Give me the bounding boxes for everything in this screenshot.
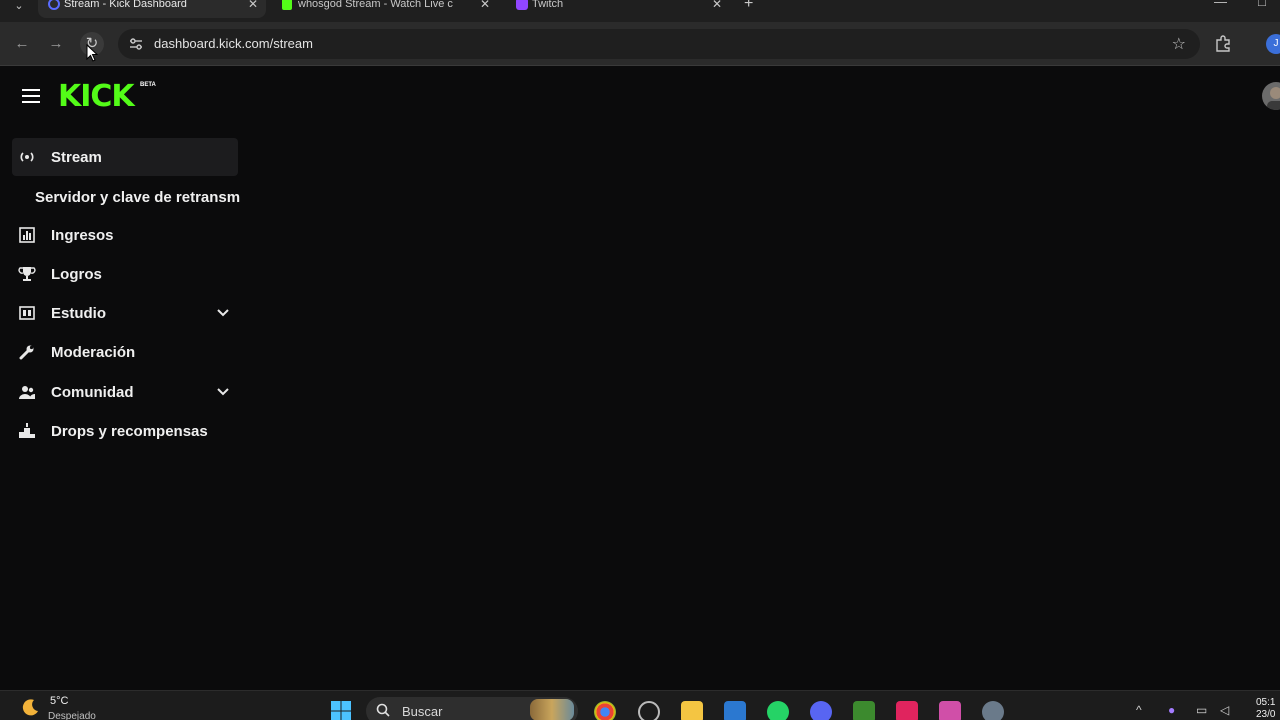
windows-start-icon[interactable]	[330, 700, 352, 720]
search-icon	[376, 703, 390, 717]
sidebar-item-moderacion[interactable]: Moderación	[12, 333, 238, 371]
discord-app-icon[interactable]	[810, 701, 832, 720]
network-icon[interactable]: ▭	[1196, 703, 1207, 717]
twitch-favicon-icon	[516, 0, 528, 10]
sidebar-item-label: Moderación	[51, 344, 136, 361]
moon-weather-icon[interactable]	[20, 697, 40, 717]
taskbar-search-input[interactable]: Buscar	[366, 697, 578, 720]
chart-icon	[18, 227, 36, 243]
people-icon	[18, 384, 36, 400]
obs-app-icon[interactable]	[638, 701, 660, 720]
close-icon[interactable]: ✕	[712, 0, 722, 14]
tab-title: whosgod Stream - Watch Live c	[298, 0, 453, 10]
system-clock[interactable]: 05:1 23/0	[1256, 697, 1275, 720]
kick-logo[interactable]: KICK BETA	[58, 80, 158, 114]
sidebar-item-label: Ingresos	[51, 227, 114, 244]
forward-button[interactable]: →	[44, 32, 68, 56]
clock-date: 23/0	[1256, 709, 1276, 720]
tab-title: Twitch	[532, 0, 564, 10]
chevron-down-icon[interactable]	[216, 306, 230, 320]
sidebar-item-drops[interactable]: Drops y recompensas	[12, 412, 238, 450]
sidebar-item-label: Stream	[51, 149, 102, 166]
beta-badge: BETA	[140, 82, 156, 88]
minimize-icon[interactable]: —	[1214, 0, 1227, 9]
back-button[interactable]: ←	[10, 32, 34, 56]
tab-whosgod-stream[interactable]: whosgod Stream - Watch Live c ✕	[272, 0, 498, 18]
address-bar[interactable]: dashboard.kick.com/stream ☆	[118, 29, 1200, 59]
search-highlight-image	[530, 699, 574, 720]
wrench-icon	[18, 344, 36, 360]
sidebar-item-label: Drops y recompensas	[51, 423, 208, 440]
maximize-icon[interactable]: □	[1258, 0, 1266, 9]
sidebar-item-estudio[interactable]: Estudio	[12, 294, 238, 332]
sidebar-item-stream[interactable]: Stream	[12, 138, 238, 176]
kick-favicon-icon	[282, 0, 292, 10]
sidebar-item-ingresos[interactable]: Ingresos	[12, 216, 238, 254]
clock-time: 05:1	[1256, 697, 1276, 708]
new-tab-button[interactable]: +	[744, 0, 753, 13]
volume-icon[interactable]: ◁	[1220, 703, 1229, 717]
close-icon[interactable]: ✕	[480, 0, 490, 14]
microphone-icon[interactable]: ●	[1168, 703, 1175, 717]
broadcast-icon	[18, 149, 36, 165]
bookmark-star-icon[interactable]: ☆	[1172, 34, 1186, 54]
user-avatar[interactable]	[1262, 82, 1280, 110]
mouse-cursor-icon	[86, 44, 98, 62]
chrome-app-icon[interactable]	[594, 701, 616, 720]
menu-hamburger-icon[interactable]	[22, 88, 40, 104]
sidebar-item-label: Comunidad	[51, 384, 134, 401]
studio-icon	[18, 305, 36, 321]
sidebar-item-comunidad[interactable]: Comunidad	[12, 373, 238, 411]
kick-favicon-icon	[48, 0, 60, 10]
tab-search-button[interactable]: ⌄	[6, 0, 32, 16]
photos-app-icon[interactable]	[939, 701, 961, 720]
weather-description[interactable]: Despejado	[48, 711, 96, 720]
weather-temperature[interactable]: 5°C	[50, 695, 68, 707]
tab-twitch[interactable]: Twitch ✕	[506, 0, 730, 18]
site-settings-icon[interactable]	[128, 36, 144, 52]
sidebar-subitem-server-key[interactable]: Servidor y clave de retransm	[35, 189, 240, 206]
url-text[interactable]: dashboard.kick.com/stream	[154, 36, 313, 51]
extensions-icon[interactable]	[1214, 34, 1232, 52]
tab-title: Stream - Kick Dashboard	[64, 0, 187, 10]
sidebar-item-label: Logros	[51, 266, 102, 283]
sidebar-item-logros[interactable]: Logros	[12, 255, 238, 293]
search-placeholder: Buscar	[402, 704, 443, 719]
logo-wordmark: KICK	[58, 79, 135, 114]
windows-taskbar: 5°C Despejado Buscar ^ ● ▭ ◁ 05:1 23/0	[0, 690, 1280, 720]
tab-kick-dashboard[interactable]: Stream - Kick Dashboard ✕	[38, 0, 266, 18]
file-explorer-icon[interactable]	[681, 701, 703, 720]
whatsapp-app-icon[interactable]	[767, 701, 789, 720]
podium-icon	[18, 423, 36, 439]
chevron-down-icon[interactable]	[216, 385, 230, 399]
browser-profile-button[interactable]: J	[1266, 34, 1280, 54]
chevron-up-icon[interactable]: ^	[1136, 703, 1142, 717]
store-app-icon[interactable]	[724, 701, 746, 720]
tiktok-app-icon[interactable]	[896, 701, 918, 720]
minecraft-app-icon[interactable]	[853, 701, 875, 720]
sidebar-item-label: Estudio	[51, 305, 106, 322]
browser-toolbar: ← → ↻ dashboard.kick.com/stream ☆ J	[0, 22, 1280, 66]
trophy-icon	[18, 266, 36, 282]
browser-tab-strip: ⌄ Stream - Kick Dashboard ✕ whosgod Stre…	[0, 0, 1280, 22]
user-avatar-icon	[1267, 87, 1280, 110]
settings-gear-icon[interactable]	[982, 701, 1004, 720]
close-icon[interactable]: ✕	[248, 0, 258, 14]
